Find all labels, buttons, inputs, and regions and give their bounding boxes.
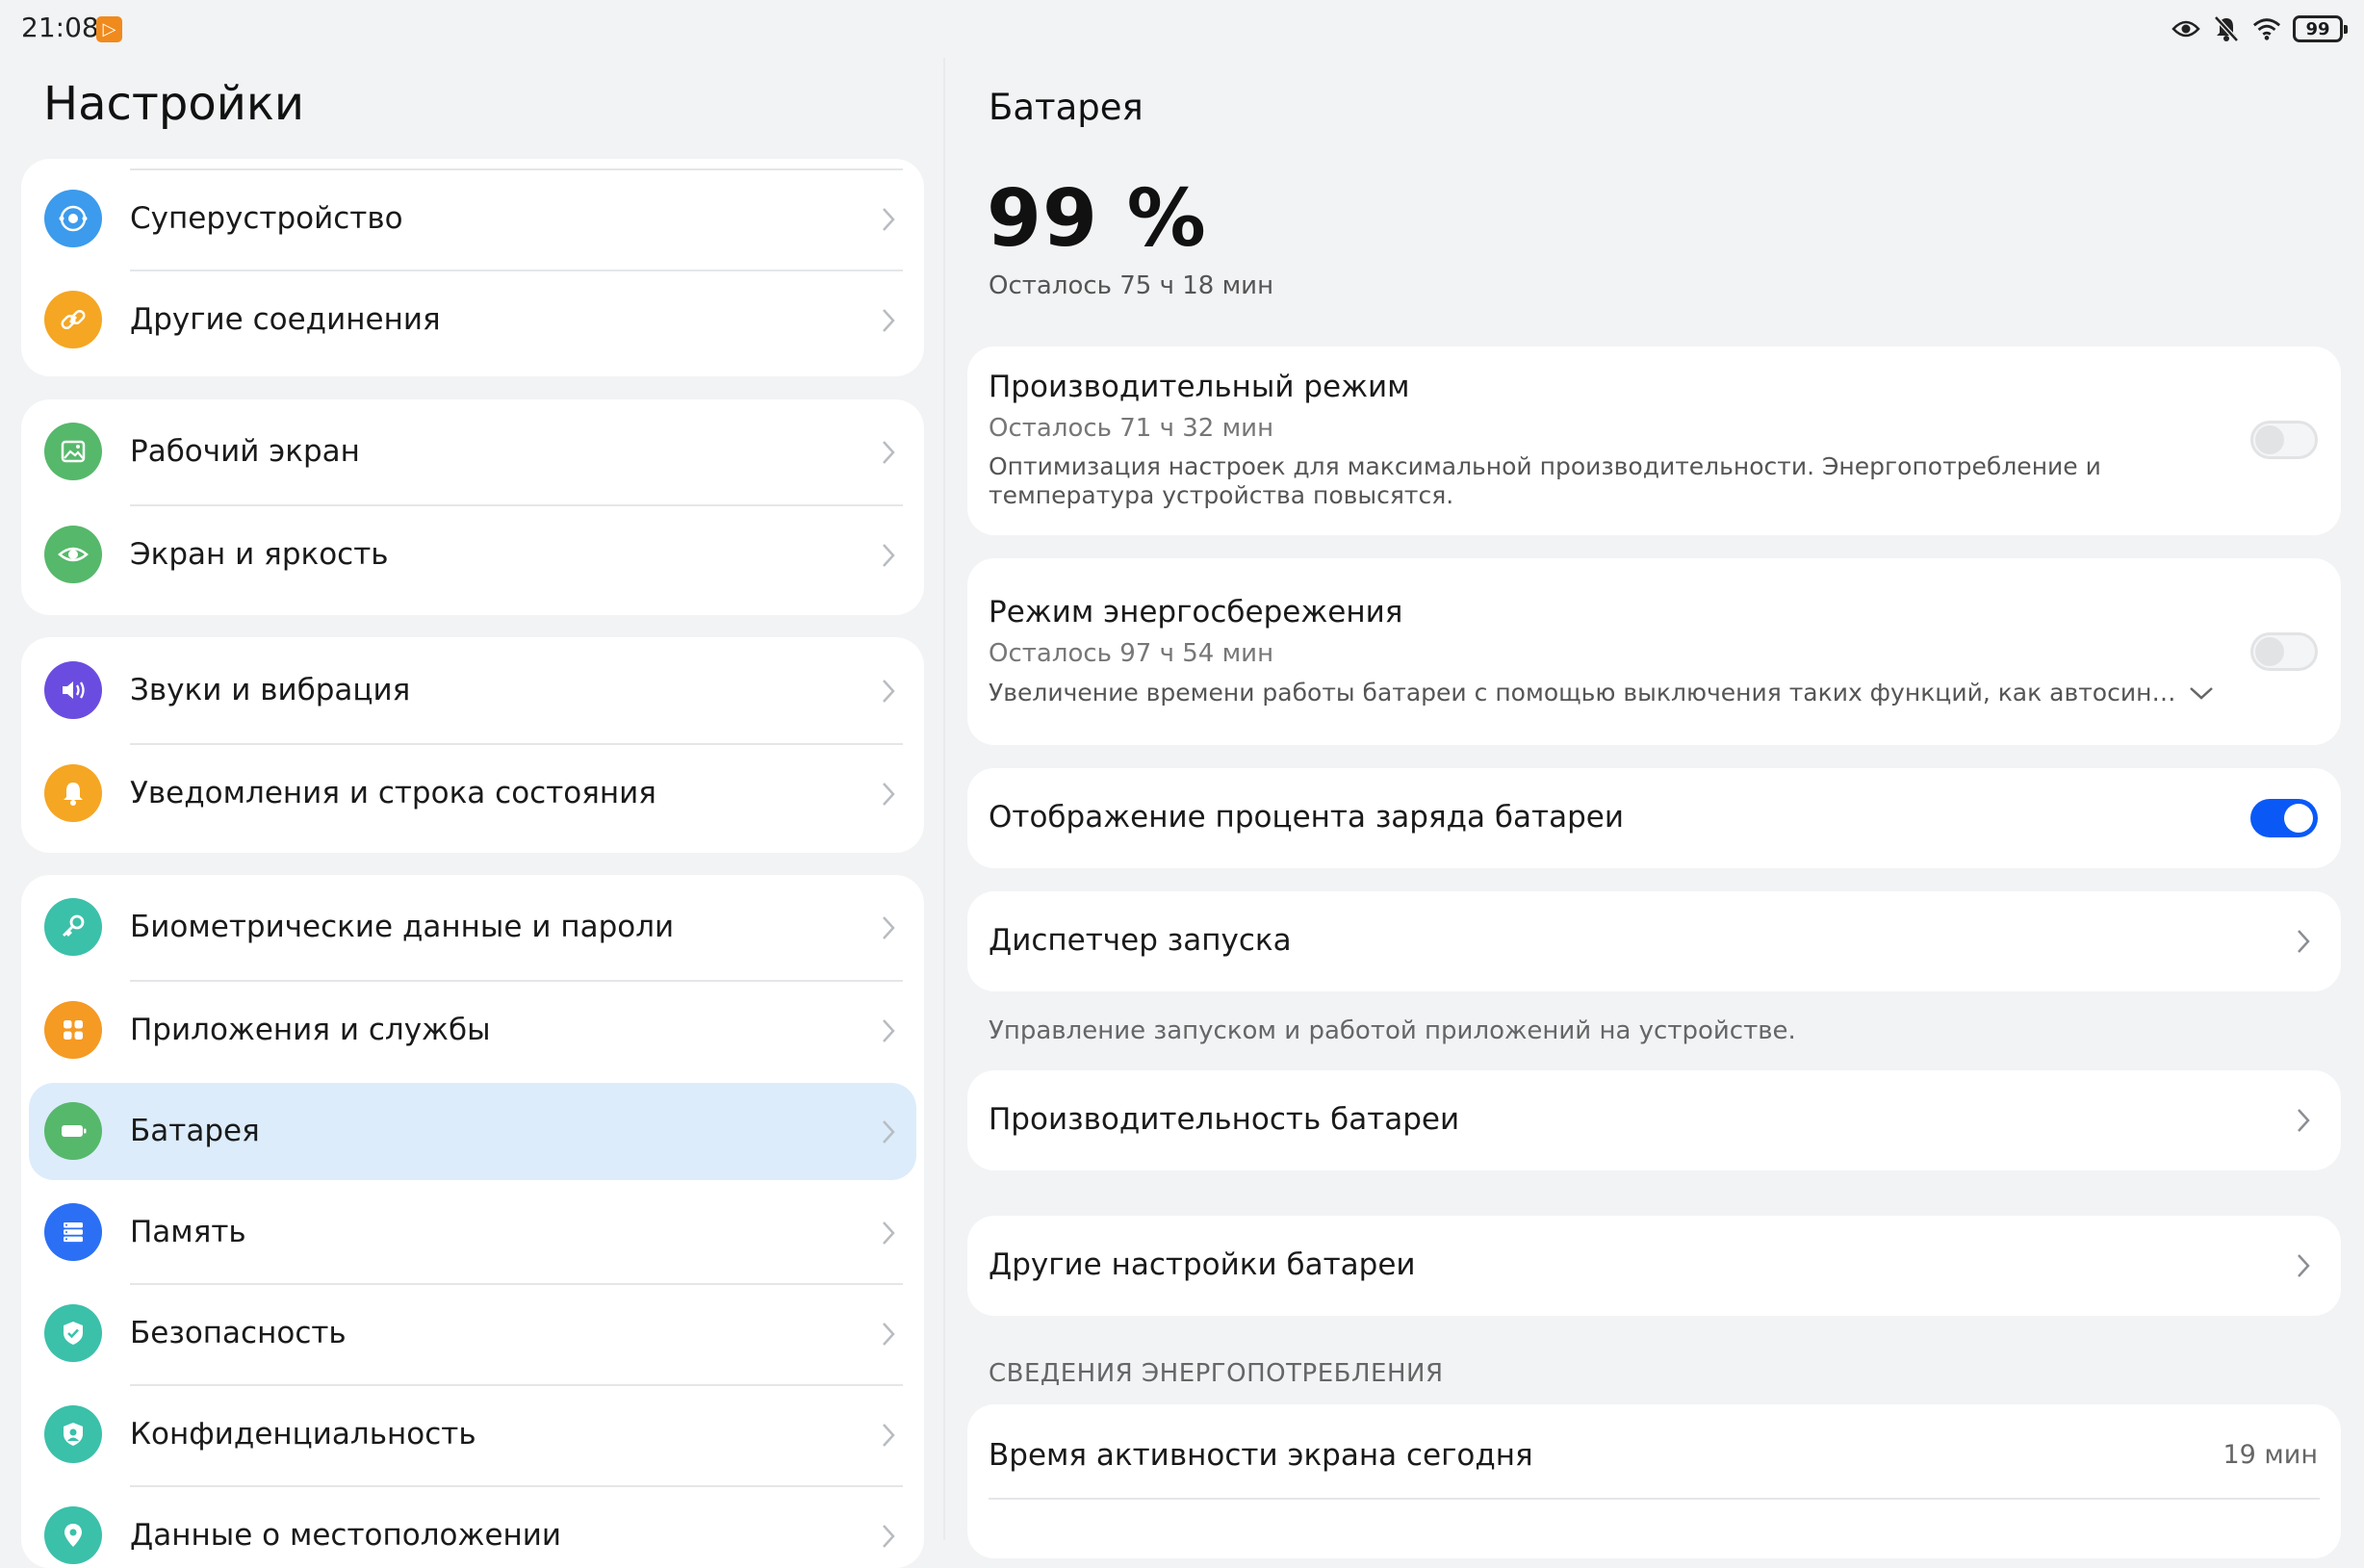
chevron-right-icon [883, 309, 895, 332]
more-battery-settings-title: Другие настройки батареи [989, 1247, 1416, 1282]
battery-percent: 99 % [987, 173, 1207, 265]
clock: 21:08 [21, 12, 99, 43]
more-battery-settings-card[interactable]: Другие настройки батареи [967, 1216, 2341, 1316]
shield-icon [44, 1304, 102, 1362]
sidebar-item-label: Другие соединения [130, 302, 441, 337]
sidebar-item-label: Данные о местоположении [130, 1518, 562, 1553]
battery-icon [44, 1102, 102, 1160]
chevron-right-icon [2298, 1109, 2310, 1132]
sidebar-item-apps[interactable]: Приложения и службы [21, 980, 924, 1081]
screen-time-value: 19 мин [2223, 1440, 2318, 1470]
apps-icon [44, 1001, 102, 1059]
sidebar-item-privacy[interactable]: Конфиденциальность [21, 1384, 924, 1485]
status-icons: 99 [2171, 13, 2348, 44]
chevron-right-icon [883, 783, 895, 806]
chevron-right-icon [883, 1323, 895, 1346]
performance-mode-remaining: Осталось 71 ч 32 мин [989, 414, 1274, 443]
sidebar-item-sounds[interactable]: Звуки и вибрация [21, 640, 924, 741]
app-notification-icon: ▷ [96, 16, 122, 42]
eye-comfort-icon [2171, 14, 2200, 43]
privacy-icon [44, 1405, 102, 1463]
sidebar-item-notifications[interactable]: Уведомления и строка состояния [21, 743, 924, 844]
chevron-right-icon [883, 1424, 895, 1447]
show-percentage-toggle[interactable] [2250, 799, 2318, 837]
sidebar-item-home-screen[interactable]: Рабочий экран [21, 401, 924, 502]
launch-manager-note: Управление запуском и работой приложений… [989, 1016, 1796, 1045]
sidebar-item-location[interactable]: Данные о местоположении [21, 1485, 924, 1568]
sidebar-item-biometrics[interactable]: Биометрические данные и пароли [21, 877, 924, 978]
chevron-right-icon [883, 1120, 895, 1144]
sidebar-item-superdevice[interactable]: Суперустройство [21, 168, 924, 270]
chevron-right-icon [883, 441, 895, 464]
pane-divider [943, 58, 945, 1540]
detail-title: Батарея [989, 87, 1143, 128]
sidebar-item-battery[interactable]: Батарея [21, 1081, 924, 1182]
chevron-right-icon [883, 208, 895, 231]
chevron-right-icon [2298, 1254, 2310, 1277]
link-icon [44, 291, 102, 348]
chevron-right-icon [883, 680, 895, 703]
sidebar-item-label: Конфиденциальность [130, 1417, 476, 1452]
sidebar-item-label: Приложения и службы [130, 1013, 491, 1047]
sidebar-item-label: Уведомления и строка состояния [130, 776, 656, 810]
location-icon [44, 1506, 102, 1564]
chevron-down-icon[interactable] [2185, 681, 2218, 705]
sidebar-item-display[interactable]: Экран и яркость [21, 504, 924, 605]
superdevice-icon [44, 190, 102, 247]
launch-manager-title: Диспетчер запуска [989, 923, 1292, 958]
sidebar-item-label: Батарея [130, 1114, 260, 1148]
status-bar: 21:08 ▷ 99 [0, 0, 2364, 58]
power-saving-remaining: Осталось 97 ч 54 мин [989, 639, 1274, 668]
sidebar-item-security[interactable]: Безопасность [21, 1283, 924, 1384]
battery-performance-title: Производительность батареи [989, 1102, 1460, 1137]
sidebar-item-label: Звуки и вибрация [130, 673, 411, 707]
performance-mode-card[interactable]: Производительный режим Осталось 71 ч 32 … [967, 347, 2341, 535]
chevron-right-icon [883, 1221, 895, 1245]
wifi-icon [2252, 14, 2281, 43]
storage-icon [44, 1203, 102, 1261]
settings-group-connectivity: Суперустройство Другие соединения [21, 159, 924, 376]
launch-manager-card[interactable]: Диспетчер запуска [967, 891, 2341, 991]
battery-performance-card[interactable]: Производительность батареи [967, 1070, 2341, 1170]
power-saving-description: Увеличение времени работы батареи с помо… [989, 679, 2187, 707]
battery-icon: 99 [2293, 15, 2348, 42]
chevron-right-icon [883, 544, 895, 567]
sidebar-item-label: Безопасность [130, 1316, 347, 1350]
bell-icon [44, 764, 102, 822]
sidebar-item-label: Память [130, 1215, 246, 1249]
power-saving-toggle[interactable] [2250, 632, 2318, 671]
divider [989, 1498, 2320, 1500]
show-percentage-card[interactable]: Отображение процента заряда батареи [967, 768, 2341, 868]
screen-time-card[interactable]: Время активности экрана сегодня 19 мин [967, 1404, 2341, 1558]
power-saving-card[interactable]: Режим энергосбережения Осталось 97 ч 54 … [967, 558, 2341, 745]
settings-group-system: Биометрические данные и пароли Приложени… [21, 875, 924, 1568]
performance-mode-title: Производительный режим [989, 370, 1410, 404]
consumption-section-header: СВЕДЕНИЯ ЭНЕРГОПОТРЕБЛЕНИЯ [989, 1359, 1444, 1388]
sidebar-item-label: Экран и яркость [130, 537, 389, 572]
settings-group-display: Рабочий экран Экран и яркость [21, 399, 924, 615]
speaker-icon [44, 661, 102, 719]
screen-time-title: Время активности экрана сегодня [989, 1438, 1533, 1473]
sidebar-item-label: Рабочий экран [130, 434, 360, 469]
chevron-right-icon [883, 916, 895, 939]
chevron-right-icon [2298, 930, 2310, 953]
mute-icon [2212, 14, 2241, 43]
wallpaper-icon [44, 423, 102, 480]
sidebar-item-storage[interactable]: Память [21, 1182, 924, 1283]
show-percentage-title: Отображение процента заряда батареи [989, 800, 1624, 835]
page-title: Настройки [43, 77, 305, 131]
power-saving-title: Режим энергосбережения [989, 595, 1403, 630]
performance-mode-toggle[interactable] [2250, 421, 2318, 459]
chevron-right-icon [883, 1525, 895, 1548]
settings-group-sound: Звуки и вибрация Уведомления и строка со… [21, 637, 924, 853]
eye-icon [44, 526, 102, 583]
sidebar-item-other-connections[interactable]: Другие соединения [21, 270, 924, 371]
sidebar-item-label: Суперустройство [130, 201, 403, 236]
chevron-right-icon [883, 1019, 895, 1042]
performance-mode-description: Оптимизация настроек для максимальной пр… [989, 452, 2101, 509]
sidebar-item-label: Биометрические данные и пароли [130, 910, 675, 944]
battery-remaining: Осталось 75 ч 18 мин [989, 271, 1274, 300]
key-icon [44, 898, 102, 956]
